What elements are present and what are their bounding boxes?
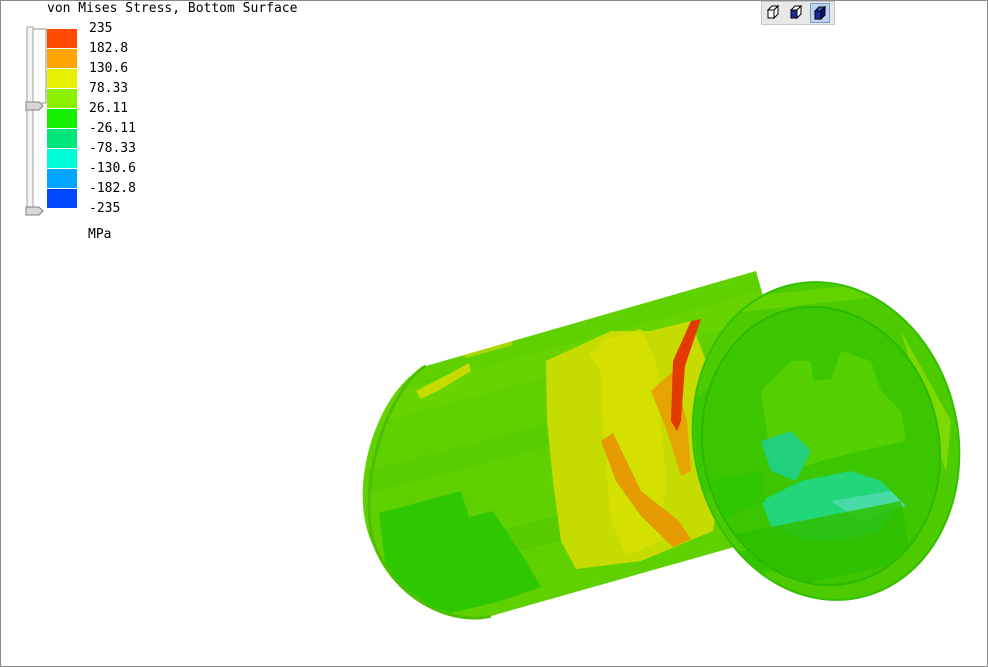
viewport-frame[interactable]: von Mises Stress, Bottom Surface 235 182.…	[0, 0, 988, 667]
stress-contour-model[interactable]	[1, 1, 987, 666]
